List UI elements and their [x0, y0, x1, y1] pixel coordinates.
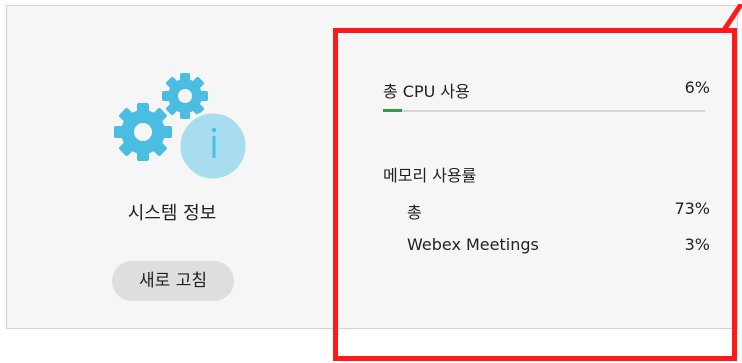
memory-webex-label: Webex Meetings	[407, 235, 539, 254]
refresh-button[interactable]: 새로 고침	[112, 261, 234, 301]
memory-total-label: 총	[407, 203, 422, 222]
memory-webex-value: 3%	[684, 235, 710, 254]
cpu-progress-bar	[383, 109, 705, 112]
cpu-value: 6%	[684, 78, 710, 97]
page-title: 시스템 정보	[127, 203, 217, 224]
gears-info-icon	[114, 73, 249, 181]
memory-total-value: 73%	[674, 199, 710, 218]
system-info-panel: 시스템 정보 새로 고침	[6, 5, 738, 329]
system-info-window: 시스템 정보 새로 고침 총 CPU 사용 6% 메모리 사용률 총 73% W…	[0, 0, 742, 363]
annotation-arrow-tip	[722, 4, 742, 30]
system-info-left-pane: 시스템 정보 새로 고침	[7, 6, 337, 328]
cpu-progress-fill	[383, 109, 402, 112]
memory-heading: 메모리 사용률	[383, 166, 477, 185]
cpu-label: 총 CPU 사용	[383, 82, 470, 101]
